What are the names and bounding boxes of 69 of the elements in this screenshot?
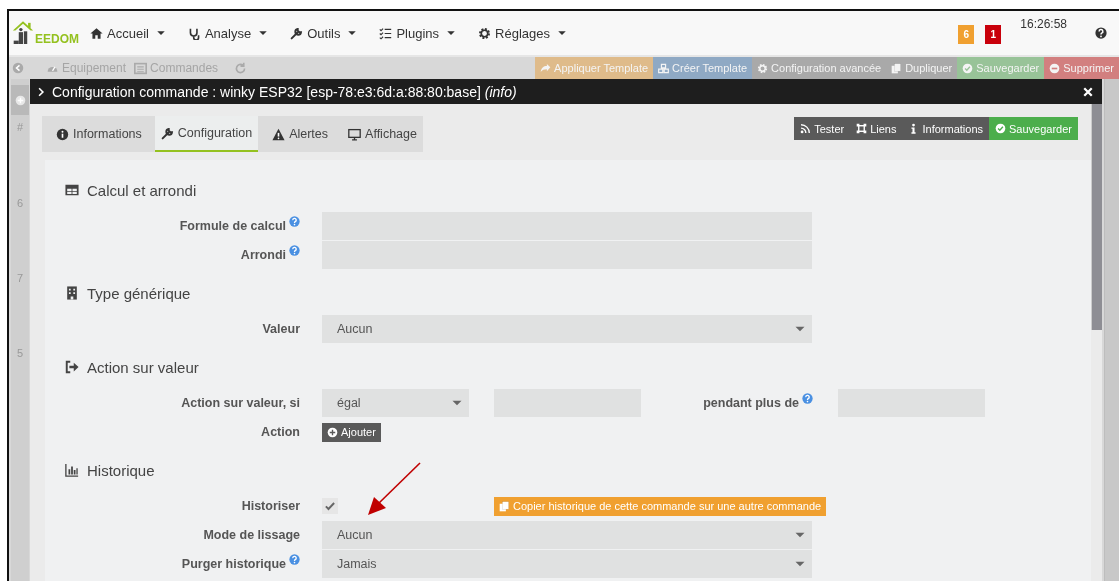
menu-item[interactable]: Outils (290, 25, 358, 41)
field-label: pendant plus de (703, 396, 799, 410)
building-icon (65, 286, 79, 300)
field-label: Purger historique (181, 557, 286, 571)
chevron-icon (36, 86, 46, 97)
notification-badge[interactable]: 1 (985, 24, 1002, 44)
menu-item[interactable]: Accueil (90, 25, 166, 41)
house-logo-icon (12, 19, 34, 47)
close-icon (1082, 85, 1094, 98)
warning-icon (272, 127, 286, 141)
section-heading: Action sur valeur (65, 355, 199, 379)
home-icon (90, 26, 103, 40)
minus-circle-icon (1049, 62, 1061, 74)
select-field[interactable]: égal (322, 389, 469, 417)
table-icon (65, 183, 79, 197)
help-dark-icon (1095, 27, 1107, 39)
sign-out-icon (65, 360, 79, 374)
cubes-icon (658, 62, 670, 74)
info-icon (56, 127, 69, 141)
rss-icon (800, 123, 812, 134)
gear-icon (478, 26, 492, 40)
scrollbar[interactable] (1104, 79, 1119, 581)
gears-icon (757, 62, 769, 74)
action-button[interactable]: Liens (850, 117, 903, 140)
action-button[interactable]: Informations (902, 117, 989, 140)
field-label: Historiser (241, 499, 300, 513)
menu-item[interactable]: Analyse (187, 25, 269, 41)
check-circle-icon (962, 62, 974, 74)
checklist-icon (379, 26, 393, 40)
frame-icon (856, 123, 868, 134)
field-label: Action (261, 425, 300, 439)
plus-circle-icon (327, 426, 338, 438)
section-heading: Type générique (65, 281, 191, 305)
refresh-icon (234, 61, 248, 75)
list-icon (134, 61, 148, 75)
field-label: Action sur valeur, si (181, 396, 300, 410)
section-heading: Historique (65, 458, 155, 482)
annotation-arrow (366, 462, 422, 516)
wrench-icon (160, 126, 174, 140)
field-label: Valeur (262, 322, 300, 336)
share-icon (540, 62, 552, 74)
wrench-icon (290, 26, 304, 40)
monitor-icon (348, 127, 362, 141)
check-circle-icon (995, 123, 1006, 134)
add-button[interactable]: Ajouter (322, 422, 381, 442)
scrollbar[interactable] (1091, 104, 1102, 330)
field-label: Mode de lissage (203, 528, 300, 542)
copy-icon (891, 62, 903, 74)
field-label: Arrondi (240, 248, 286, 262)
tab[interactable]: Configuration (154, 116, 259, 152)
menu-item[interactable]: Réglages (478, 25, 567, 41)
checkbox[interactable] (322, 498, 338, 514)
menu-item[interactable]: Plugins (379, 25, 457, 41)
checkmark-icon (324, 500, 336, 512)
section-heading: Calcul et arrondi (65, 178, 197, 202)
stethoscope-icon (187, 26, 201, 40)
select-field[interactable]: Aucun (322, 315, 812, 343)
field-label: Formule de calcul (179, 219, 286, 233)
plus-circle-icon (14, 94, 26, 106)
action-button[interactable]: Tester (794, 117, 851, 140)
modal-title: Configuration commande : winky ESP32 [esp-78:e3:6d:a:88:80:base] (info) (52, 83, 517, 100)
close-button[interactable] (1082, 85, 1094, 98)
back-icon (12, 62, 24, 74)
clock-time: 16:26:58 (1020, 17, 1067, 31)
copy-icon (499, 500, 510, 512)
select-field[interactable]: Aucun (322, 521, 812, 549)
row-number: # (16, 120, 24, 135)
select-field[interactable]: Jamais (322, 550, 812, 578)
bar-chart-icon (65, 463, 79, 477)
